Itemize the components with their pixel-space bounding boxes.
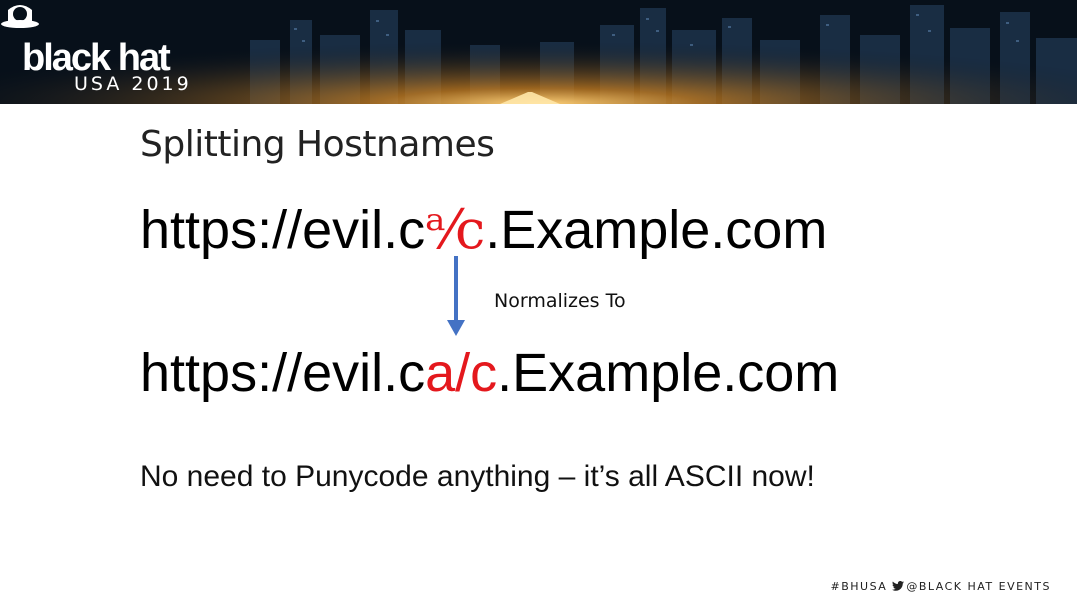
header-banner: black hat USA 2019 bbox=[0, 0, 1077, 104]
url-original-special-char: ᵃ⁄c bbox=[425, 198, 486, 261]
slide-title: Splitting Hostnames bbox=[140, 124, 495, 165]
url-normalized-suffix: .Example.com bbox=[497, 343, 840, 403]
event-name: USA 2019 bbox=[74, 73, 192, 95]
twitter-icon bbox=[892, 581, 905, 591]
url-original-suffix: .Example.com bbox=[485, 200, 828, 260]
footer: #BHUSA @BLACK HAT EVENTS bbox=[831, 580, 1051, 593]
brand-name: black hat bbox=[22, 37, 171, 79]
footer-handle: @BLACK HAT EVENTS bbox=[906, 580, 1051, 593]
slide-note: No need to Punycode anything – it’s all … bbox=[140, 460, 815, 493]
footer-hashtag: #BHUSA bbox=[830, 580, 888, 593]
url-original: https://evil.cᵃ⁄c.Example.com bbox=[140, 198, 827, 261]
normalizes-caption: Normalizes To bbox=[494, 290, 626, 312]
url-normalized: https://evil.ca/c.Example.com bbox=[140, 342, 839, 404]
arrow-down-icon bbox=[447, 256, 465, 336]
url-original-prefix: https://evil.c bbox=[140, 200, 426, 260]
url-normalized-special-chars: a/c bbox=[425, 343, 498, 403]
hat-icon bbox=[1, 5, 39, 28]
url-normalized-prefix: https://evil.c bbox=[140, 343, 426, 403]
